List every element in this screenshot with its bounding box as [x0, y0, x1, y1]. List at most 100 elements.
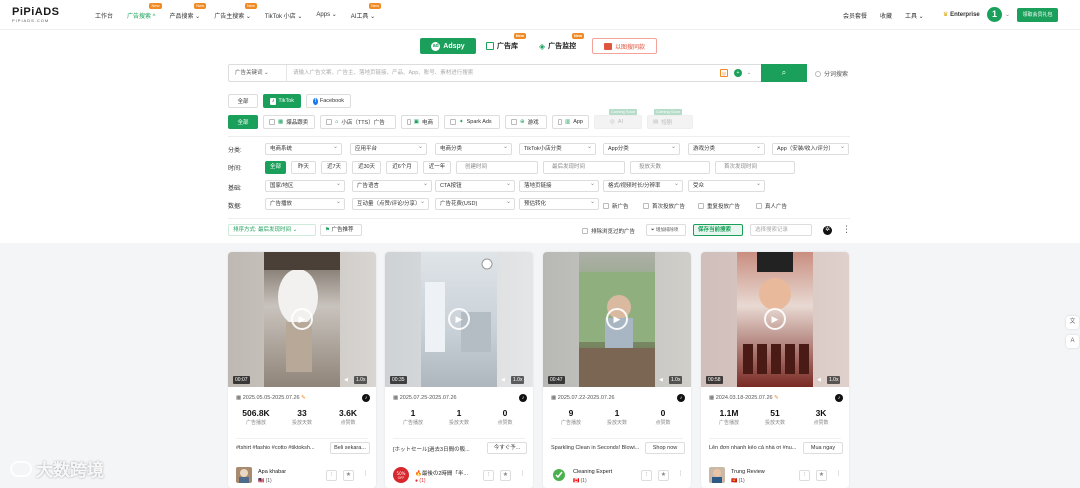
filter-ad-spend[interactable]: 广告花费(USD): [435, 198, 515, 210]
speed-badge[interactable]: 1.0x: [669, 376, 683, 384]
filter-conversion[interactable]: 预估转化: [519, 198, 599, 210]
nav-ai-tools[interactable]: AI工具 ⌄ New: [351, 3, 382, 20]
check-real-person-ad[interactable]: 真人广告: [756, 202, 787, 210]
translate-icon[interactable]: A: [1066, 335, 1079, 348]
nav-tiktok-shop[interactable]: TikTok 小店 ⌄: [265, 11, 302, 20]
settings-icon[interactable]: ✲: [823, 226, 832, 235]
video-thumbnail[interactable]: ▶ 00:35 ◀ 1.0x: [385, 252, 533, 387]
filter-ecom-category[interactable]: 电商分类: [435, 143, 512, 155]
analytics-icon[interactable]: ⫶: [483, 470, 494, 481]
cta-button[interactable]: 今すぐ予...: [487, 442, 527, 454]
enterprise-label[interactable]: ♛ Enterprise: [943, 11, 980, 18]
add-exclude-button[interactable]: ⏷ 增加排除项: [646, 224, 686, 236]
time-7d[interactable]: 近7天: [321, 161, 347, 174]
nav-apps[interactable]: Apps ⌄: [316, 11, 336, 20]
speed-badge[interactable]: 1.0x: [827, 376, 841, 384]
mode-adspy[interactable]: ad Adspy: [420, 38, 476, 54]
advertiser-name[interactable]: 🔥最後の2時間「半...: [415, 469, 473, 477]
time-6m[interactable]: 近6个月: [386, 161, 418, 174]
nav-tools[interactable]: 工具 ⌄: [905, 11, 924, 20]
search-type-select[interactable]: 广告关键词 ⌄: [229, 65, 287, 81]
last-seen-input[interactable]: 最后发现时间: [543, 161, 625, 174]
time-1y[interactable]: 近一年: [423, 161, 451, 174]
recommend-button[interactable]: ⚑ 广告推荐: [320, 224, 362, 236]
check-repeat-ad[interactable]: 重复投放广告: [698, 202, 740, 210]
star-icon[interactable]: ★: [500, 470, 511, 481]
more-icon[interactable]: ⋮: [517, 470, 528, 481]
more-icon[interactable]: ⋮: [842, 224, 851, 235]
search-records-select[interactable]: 选择搜索记录: [750, 224, 812, 236]
analytics-icon[interactable]: ⫶: [799, 470, 810, 481]
speed-badge[interactable]: 1.0x: [354, 376, 368, 384]
platform-facebook[interactable]: f Facebook: [306, 94, 351, 108]
analytics-icon[interactable]: ⫶: [326, 470, 337, 481]
filter-language[interactable]: 广告语言: [352, 180, 432, 192]
star-icon[interactable]: ★: [343, 470, 354, 481]
image-search-button[interactable]: 以图搜同款: [592, 38, 657, 54]
platform-tiktok[interactable]: ♪ TikTok: [263, 94, 301, 108]
chevron-down-icon[interactable]: ⌄: [1005, 11, 1010, 18]
nav-workbench[interactable]: 工作台: [95, 11, 113, 20]
filter-app-platform[interactable]: 应用平台: [350, 143, 427, 155]
volume-icon[interactable]: ◀: [501, 376, 505, 384]
advertiser-logo[interactable]: [551, 467, 567, 483]
play-icon[interactable]: ▶: [606, 308, 628, 330]
type-all[interactable]: 全部: [228, 115, 258, 129]
nav-product-search[interactable]: 产品搜索 ⌄ New: [170, 3, 207, 20]
filter-country[interactable]: 国家/地区: [265, 180, 345, 192]
mode-ad-library[interactable]: 广告库 New: [486, 33, 526, 54]
filter-game-category[interactable]: 游戏分类: [688, 143, 765, 155]
check-new-ad[interactable]: 新广告: [603, 202, 629, 210]
duration-days-input[interactable]: 投放天数: [630, 161, 710, 174]
nav-advertiser-search[interactable]: 广告主搜索 ⌄ New: [214, 3, 257, 20]
advertiser-logo[interactable]: [236, 467, 252, 483]
translate-icon[interactable]: 文: [1066, 316, 1079, 329]
filter-tiktok-shop-category[interactable]: TikTok小店分类: [519, 143, 596, 155]
more-icon[interactable]: ⋮: [360, 470, 371, 481]
filter-engagement[interactable]: 互动量（点赞/评论/分享）: [352, 198, 429, 210]
time-yesterday[interactable]: 昨天: [291, 161, 316, 174]
play-icon[interactable]: ▶: [291, 308, 313, 330]
filter-audience[interactable]: 受众: [688, 180, 765, 192]
time-30d[interactable]: 近30天: [352, 161, 381, 174]
advertiser-name[interactable]: Apa khabar: [258, 469, 316, 475]
search-button[interactable]: ⌕: [761, 64, 807, 82]
video-thumbnail[interactable]: ▶ 00:47 ◀ 1.0x: [543, 252, 691, 387]
sort-select[interactable]: 排序方式: 最后发现时间 ⌄: [228, 224, 316, 236]
created-time-input[interactable]: 创建时间: [456, 161, 538, 174]
star-icon[interactable]: ★: [658, 470, 669, 481]
nav-ad-search[interactable]: 广告搜索 ^ New: [127, 3, 162, 20]
cta-button[interactable]: Shop now: [645, 442, 685, 454]
filter-format[interactable]: 格式/视频时长/分辨率: [603, 180, 683, 192]
filter-app-metrics[interactable]: App（安装/收入/评分）: [772, 143, 849, 155]
type-ecommerce[interactable]: ▣ 电商: [401, 115, 439, 129]
level-badge[interactable]: 1: [987, 7, 1002, 22]
filter-cta[interactable]: CTA按钮: [435, 180, 515, 192]
type-game[interactable]: ⊕ 游戏: [505, 115, 547, 129]
more-icon[interactable]: ⋮: [833, 470, 844, 481]
analytics-icon[interactable]: ⫶: [641, 470, 652, 481]
type-tts-shop[interactable]: ⌂ 小店（TTS）广告: [320, 115, 396, 129]
brand-logo[interactable]: PiPiADS: [12, 7, 60, 18]
gift-button[interactable]: 领取会员礼包: [1017, 8, 1058, 22]
volume-icon[interactable]: ◀: [817, 376, 821, 384]
filter-ad-plays[interactable]: 广告播放: [265, 198, 345, 210]
ad-card[interactable]: ▶ 00:35 ◀ 1.0x ▦ 2025.07.25-2025.07.26 ♪…: [385, 252, 533, 488]
mode-ad-monitor[interactable]: ◈ 广告监控 New: [539, 33, 585, 54]
advertiser-name[interactable]: Cleaning Expert: [573, 469, 631, 475]
volume-icon[interactable]: ◀: [344, 376, 348, 384]
chevron-down-icon[interactable]: ⌄: [745, 69, 753, 77]
volume-icon[interactable]: ◀: [659, 376, 663, 384]
cta-button[interactable]: Mua ngay: [803, 442, 843, 454]
camera-icon[interactable]: ◎: [720, 69, 728, 77]
filter-ecom-system[interactable]: 电商系统: [265, 143, 342, 155]
advertiser-logo[interactable]: [709, 467, 725, 483]
time-all[interactable]: 全部: [265, 161, 286, 174]
add-icon[interactable]: +: [734, 69, 742, 77]
filter-app-category[interactable]: App分类: [603, 143, 680, 155]
advertiser-logo[interactable]: 50% OFF: [393, 467, 409, 483]
platform-all[interactable]: 全部: [228, 94, 258, 108]
speed-badge[interactable]: 1.0x: [511, 376, 525, 384]
nav-favorites[interactable]: 收藏: [880, 11, 892, 20]
advertiser-name[interactable]: Trung Review: [731, 469, 789, 475]
